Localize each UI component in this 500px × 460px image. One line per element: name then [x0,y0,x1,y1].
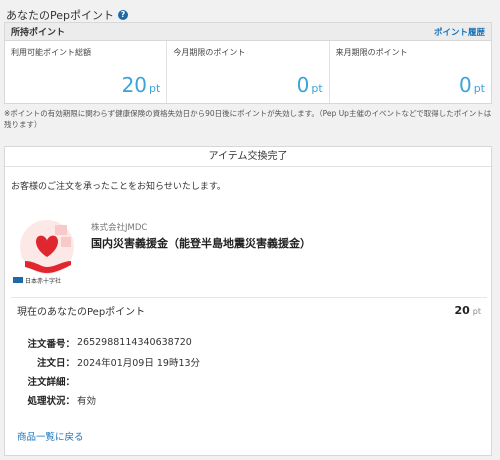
order-number-row: 注文番号： 2652988114340638720 [27,337,192,350]
points-available-label: 利用可能ポイント総額 [11,48,91,57]
current-points-label: 現在のあなたのPepポイント [17,307,146,318]
item-name: 国内災害義援金（能登半島地震災害義援金） [91,237,311,250]
svg-text:日本赤十字社: 日本赤十字社 [25,277,61,285]
order-status-row: 処理状況： 有効 [27,395,97,407]
points-next-month-label: 来月期限のポイント [335,48,408,57]
points-available-value: 20 pt [121,73,161,97]
order-details: 注文番号： 2652988114340638720 注文日： 2024年01月0… [19,333,200,409]
expiry-note: ※ポイントの有効期限に関わらず健康保険の資格失効日から90日後にポイントが失効し… [4,109,492,129]
points-next-month-value: 0 pt [458,73,485,97]
page-title-text: あなたのPepポイント [6,9,114,22]
order-notice: お客様のご注文を承ったことをお知らせいたします。 [11,182,226,192]
points-header: 所持ポイント ポイント履歴 [5,23,491,41]
current-points-value: 20 pt [454,304,481,317]
order-date-row: 注文日： 2024年01月09日 19時13分 [36,357,201,369]
points-this-month-value: 0 pt [296,73,323,97]
points-header-label: 所持ポイント [11,28,66,38]
question-circle-icon[interactable]: ? [118,10,128,20]
points-expiring-this-month: 今月期限のポイント 0 pt [167,41,330,103]
order-complete-header: アイテム交換完了 [5,147,491,167]
page-title: あなたのPepポイント ? [6,7,128,23]
point-history-link[interactable]: ポイント履歴 [434,26,485,38]
points-summary-panel: 所持ポイント ポイント履歴 利用可能ポイント総額 20 pt 今月期限のポイント … [4,22,492,104]
back-to-catalog-link[interactable]: 商品一覧に戻る [17,429,84,443]
current-points-row: 現在のあなたのPepポイント 20 pt [11,297,487,323]
points-available: 利用可能ポイント総額 20 pt [5,41,168,103]
order-detail-row: 注文詳細： [27,376,75,388]
red-cross-logo: 日本赤十字社 [11,217,83,289]
company-name: 株式会社JMDC [91,223,148,233]
order-complete-panel: アイテム交換完了 お客様のご注文を承ったことをお知らせいたします。 日本赤十字社… [4,146,492,456]
points-expiring-next-month: 来月期限のポイント 0 pt [330,41,491,103]
points-this-month-label: 今月期限のポイント [173,48,246,57]
